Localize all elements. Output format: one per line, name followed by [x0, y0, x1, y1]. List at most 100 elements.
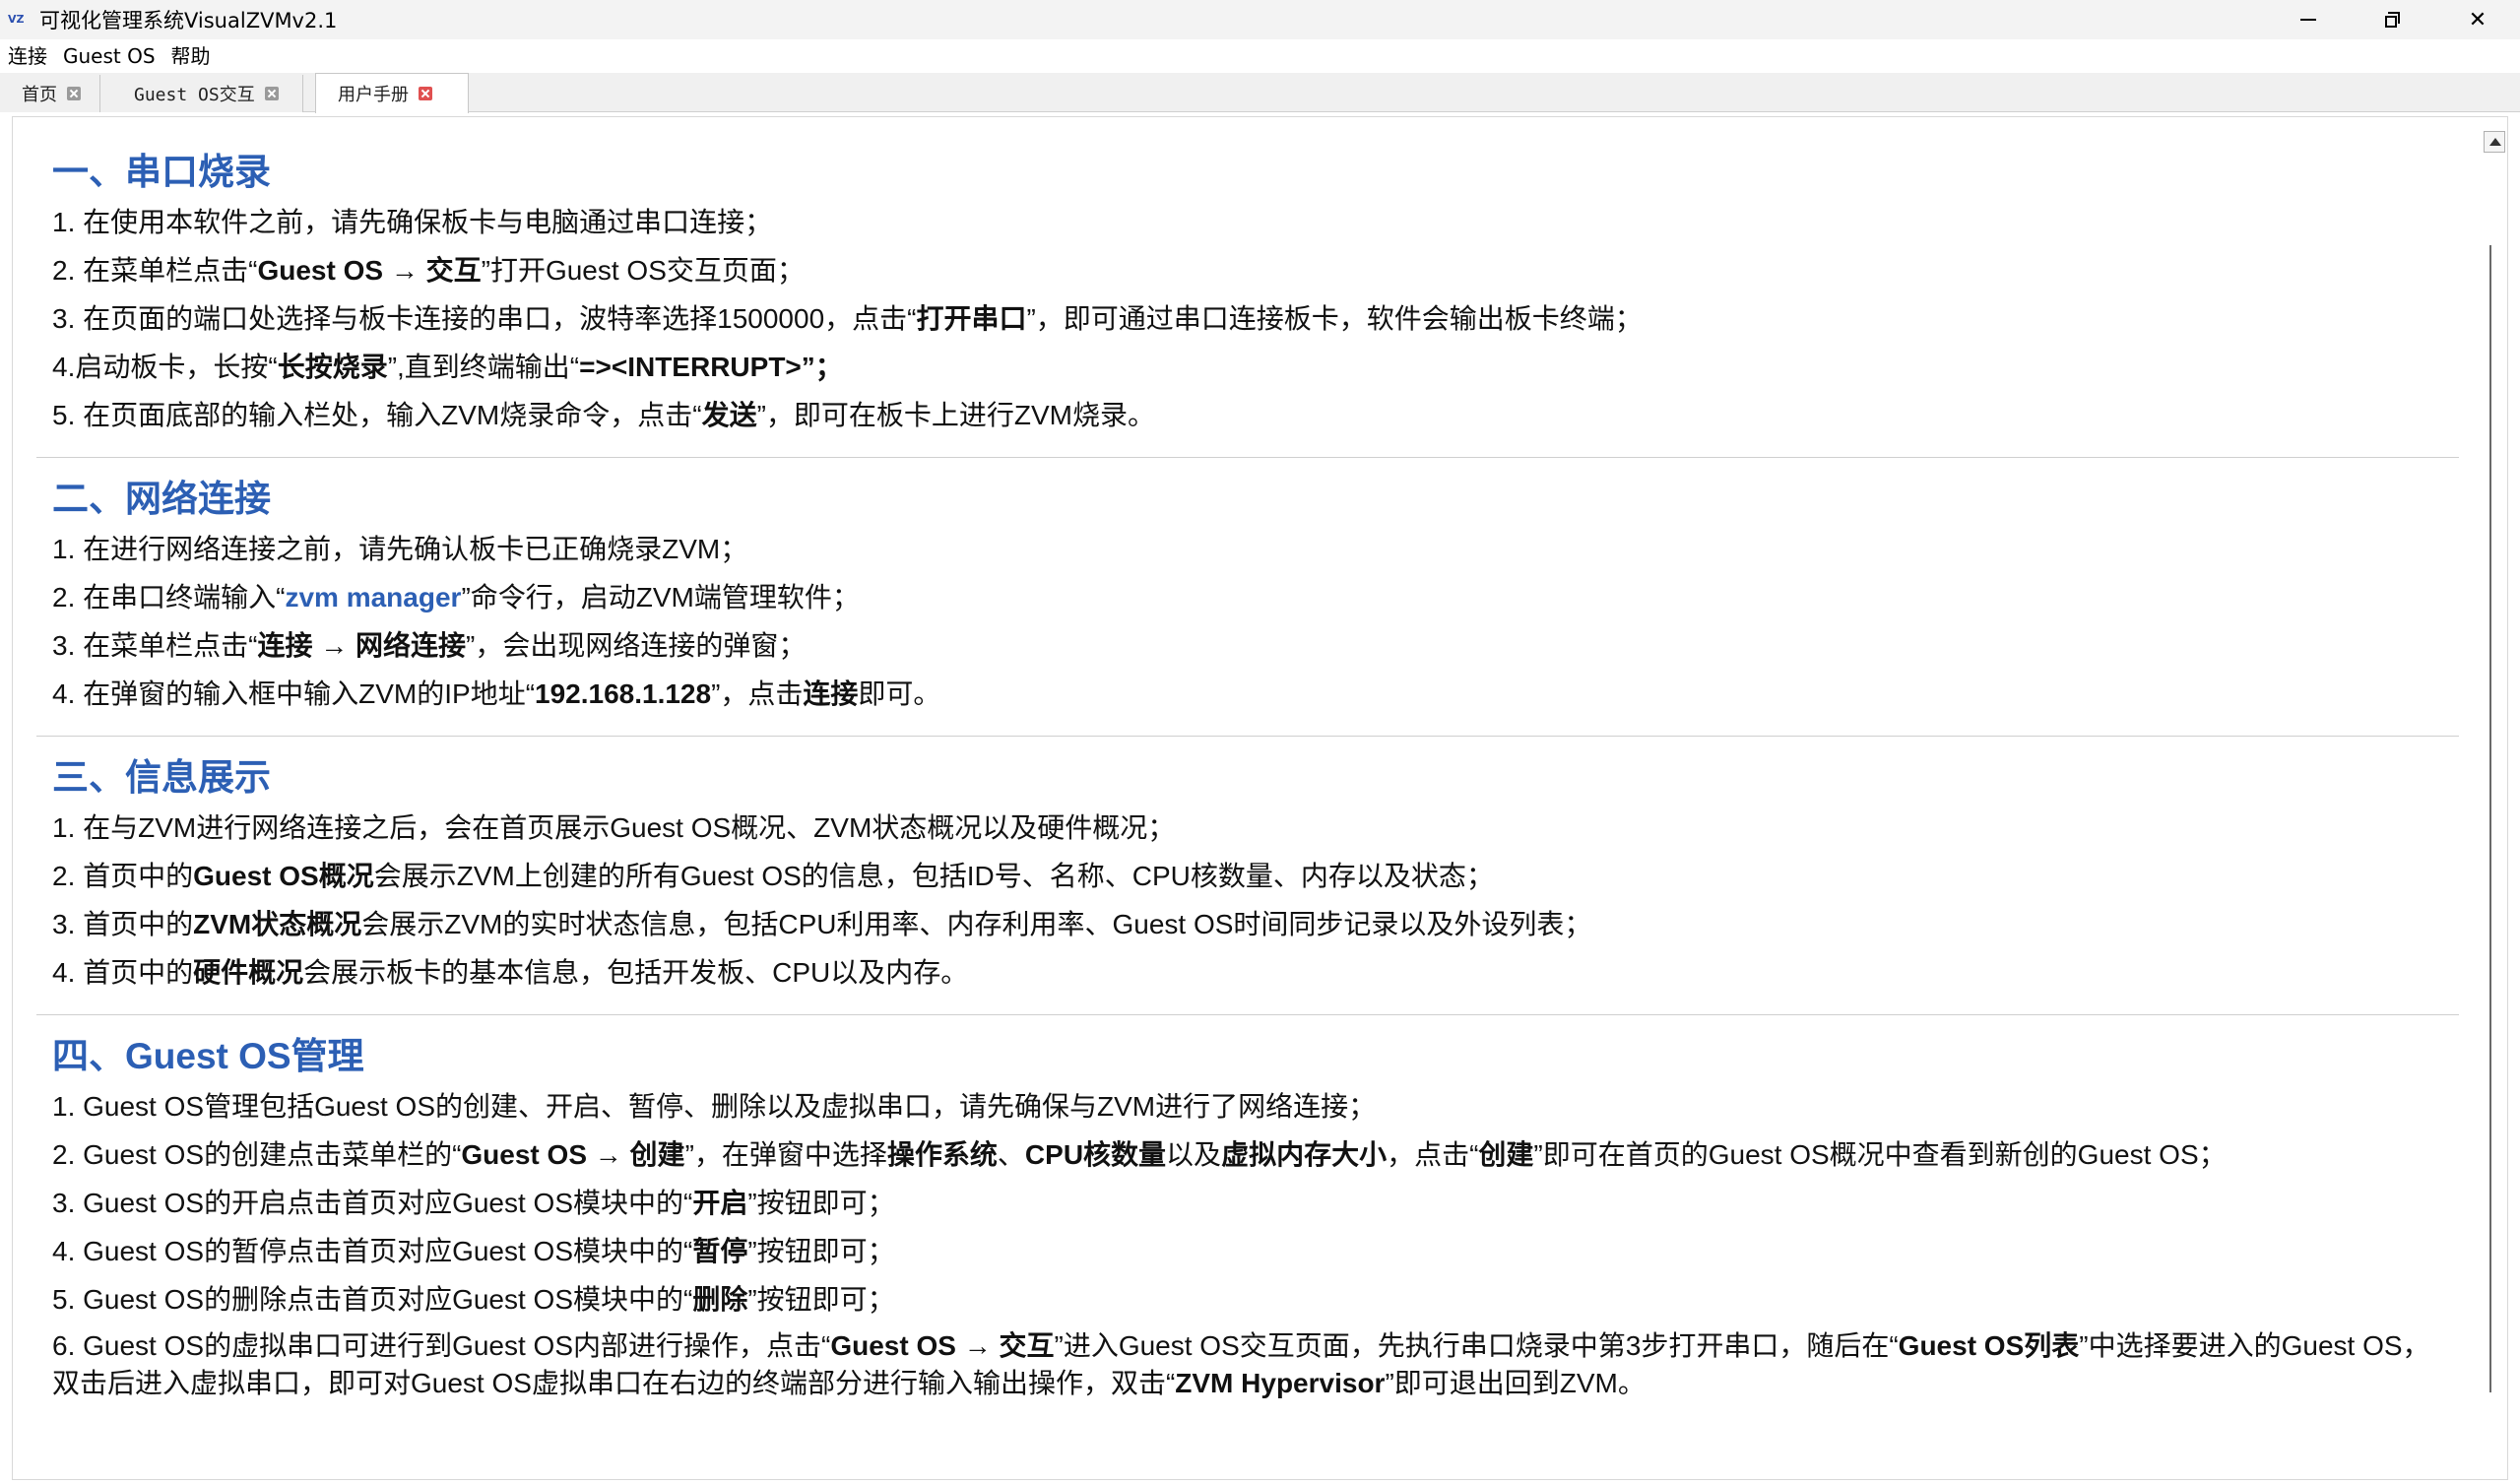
manual-section: 一、串口烧录 1. 在使用本软件之前，请先确保板卡与电脑通过串口连接； 2. 在菜单… — [36, 147, 2459, 439]
section-title: 三、信息展示 — [52, 757, 271, 798]
line-text: ”命令行，启动ZVM端管理软件； — [461, 582, 860, 613]
line-text: ”，点击 — [711, 678, 804, 709]
tab-label: 用户手册 — [338, 85, 409, 105]
line-text: ”,直到终端输出“ — [387, 352, 580, 382]
tab-close-icon[interactable] — [67, 87, 81, 100]
manual-line: 3. Guest OS的开启点击首页对应Guest OS模块中的“开启”按钮即可… — [52, 1179, 2459, 1227]
emphasis-text: 连接 → 网络连接 — [257, 630, 467, 661]
line-text: 4. 在弹窗的输入框中输入ZVM的IP地址“ — [52, 678, 536, 709]
section-divider — [36, 1014, 2459, 1015]
line-text: 4. 首页中的 — [52, 957, 194, 988]
line-text: 4.启动板卡，长按“ — [52, 352, 278, 382]
tab-close-icon[interactable] — [419, 87, 432, 100]
manual-section: 二、网络连接 1. 在进行网络连接之前，请先确认板卡已正确烧录ZVM； 2. 在串口… — [36, 474, 2459, 718]
section-divider — [36, 457, 2459, 458]
manual-content: 一、串口烧录 1. 在使用本软件之前，请先确保板卡与电脑通过串口连接； 2. 在菜单… — [12, 116, 2508, 1480]
line-text: 1. 在与ZVM进行网络连接之后，会在首页展示Guest OS概况、ZVM状态概… — [52, 812, 1176, 843]
minimize-icon — [2300, 19, 2316, 21]
restore-button[interactable] — [2351, 0, 2435, 39]
emphasis-text: 删除 — [692, 1284, 748, 1315]
line-text: 会展示ZVM的实时状态信息，包括CPU利用率、内存利用率、Guest OS时间同… — [361, 909, 1592, 939]
emphasis-text: ZVM状态概况 — [193, 909, 362, 939]
emphasis-text: zvm manager — [285, 582, 462, 613]
line-text: ”进入Guest OS交互页面，先执行串口烧录中第3步打开串口，随后在“ — [1054, 1330, 1899, 1361]
manual-line: 4.启动板卡，长按“长按烧录”,直到终端输出“=><INTERRUPT>”； — [52, 343, 2459, 391]
line-text: ”，即可在板卡上进行ZVM烧录。 — [756, 400, 1156, 430]
emphasis-text: 硬件概况 — [193, 957, 304, 988]
minimize-button[interactable] — [2266, 0, 2351, 39]
line-text: 1. 在使用本软件之前，请先确保板卡与电脑通过串口连接； — [52, 207, 773, 237]
line-text: 会展示板卡的基本信息，包括开发板、CPU以及内存。 — [303, 957, 969, 988]
scroll-thumb[interactable] — [2489, 245, 2507, 1392]
line-text: 3. Guest OS的开启点击首页对应Guest OS模块中的“ — [52, 1188, 693, 1218]
emphasis-text: 发送 — [701, 400, 757, 430]
restore-icon — [2385, 12, 2401, 28]
manual-line: 6. Guest OS的虚拟串口可进行到Guest OS内部进行操作，点击“Gu… — [52, 1323, 2459, 1402]
menu-guest-os[interactable]: Guest OS — [55, 39, 163, 73]
line-text: 4. Guest OS的暂停点击首页对应Guest OS模块中的“ — [52, 1236, 693, 1266]
manual-line: 3. 在页面的端口处选择与板卡连接的串口，波特率选择1500000，点击“打开串… — [52, 294, 2459, 343]
line-text: ”按钮即可； — [747, 1236, 895, 1266]
tab-close-icon[interactable] — [264, 87, 279, 100]
line-text: 2. 在串口终端输入“ — [52, 582, 286, 613]
manual-line: 3. 在菜单栏点击“连接 → 网络连接”，会出现网络连接的弹窗； — [52, 621, 2459, 670]
tab-home[interactable]: 首页 — [0, 75, 100, 112]
manual-line: 4. 首页中的硬件概况会展示板卡的基本信息，包括开发板、CPU以及内存。 — [52, 948, 2459, 997]
menu-connect[interactable]: 连接 — [0, 39, 55, 73]
tab-bar: 首页 Guest OS交互 用户手册 — [0, 73, 2520, 113]
emphasis-text: CPU核数量 — [1024, 1139, 1167, 1170]
line-text: ”即可退出回到ZVM。 — [1385, 1368, 1646, 1398]
emphasis-text: 操作系统 — [886, 1139, 998, 1170]
app-logo-icon: VZ — [8, 13, 25, 26]
section-divider — [36, 736, 2459, 737]
line-text: 会展示ZVM上创建的所有Guest OS的信息，包括ID号、名称、CPU核数量、… — [373, 861, 1494, 891]
line-text: ”打开Guest OS交互页面； — [481, 255, 805, 286]
manual-line: 5. Guest OS的删除点击首页对应Guest OS模块中的“删除”按钮即可… — [52, 1275, 2459, 1323]
emphasis-text: 192.168.1.128 — [535, 678, 712, 709]
section-title: 四、Guest OS管理 — [52, 1036, 364, 1076]
tab-label: 首页 — [22, 85, 57, 105]
menu-help[interactable]: 帮助 — [163, 39, 219, 73]
close-icon: ✕ — [2468, 7, 2488, 32]
tab-guest-os-interaction[interactable]: Guest OS交互 — [100, 75, 303, 112]
close-button[interactable]: ✕ — [2435, 0, 2520, 39]
emphasis-text: Guest OS概况 — [193, 861, 374, 891]
manual-line: 1. Guest OS管理包括Guest OS的创建、开启、暂停、删除以及虚拟串… — [52, 1082, 2459, 1130]
manual-line: 3. 首页中的ZVM状态概况会展示ZVM的实时状态信息，包括CPU利用率、内存利… — [52, 900, 2459, 948]
emphasis-text: 打开串口 — [916, 303, 1027, 334]
section-title: 一、串口烧录 — [52, 152, 271, 192]
line-text: 、 — [997, 1139, 1025, 1170]
menu-bar: 连接 Guest OS 帮助 — [0, 39, 2520, 73]
line-text: ，点击“ — [1387, 1139, 1479, 1170]
manual-section: 三、信息展示 1. 在与ZVM进行网络连接之后，会在首页展示Guest OS概况、… — [36, 752, 2459, 997]
manual-section: 四、Guest OS管理 1. Guest OS管理包括Guest OS的创建、开… — [36, 1031, 2459, 1402]
emphasis-text: 创建 — [1478, 1139, 1534, 1170]
emphasis-text: Guest OS列表 — [1898, 1330, 2080, 1361]
title-bar: VZ 可视化管理系统VisualZVMv2.1 ✕ — [0, 0, 2520, 39]
emphasis-text: 开启 — [692, 1188, 748, 1218]
line-text: 6. Guest OS的虚拟串口可进行到Guest OS内部进行操作，点击“ — [52, 1330, 831, 1361]
manual-line: 1. 在进行网络连接之前，请先确认板卡已正确烧录ZVM； — [52, 525, 2459, 573]
emphasis-text: Guest OS → 交互 — [830, 1330, 1055, 1361]
line-text: 2. 在菜单栏点击“ — [52, 255, 258, 286]
line-text: 即可。 — [858, 678, 941, 709]
emphasis-text: 虚拟内存大小 — [1221, 1139, 1388, 1170]
emphasis-text: Guest OS → 交互 — [257, 255, 482, 286]
line-text: 3. 首页中的 — [52, 909, 194, 939]
line-text: 2. 首页中的 — [52, 861, 194, 891]
tab-user-manual[interactable]: 用户手册 — [315, 73, 469, 113]
vertical-scrollbar[interactable] — [2478, 117, 2507, 1479]
line-text: 以及 — [1166, 1139, 1222, 1170]
line-text: 3. 在菜单栏点击“ — [52, 630, 258, 661]
manual-line: 1. 在与ZVM进行网络连接之后，会在首页展示Guest OS概况、ZVM状态概… — [52, 804, 2459, 852]
line-text: 5. 在页面底部的输入栏处，输入ZVM烧录命令，点击“ — [52, 400, 702, 430]
emphasis-text: =><INTERRUPT>”； — [579, 352, 843, 382]
manual-line: 4. Guest OS的暂停点击首页对应Guest OS模块中的“暂停”按钮即可… — [52, 1227, 2459, 1275]
scroll-up-arrow-icon[interactable] — [2484, 131, 2505, 153]
manual-line: 4. 在弹窗的输入框中输入ZVM的IP地址“192.168.1.128”，点击连… — [52, 670, 2459, 718]
emphasis-text: Guest OS → 创建 — [461, 1139, 685, 1170]
tab-label: Guest OS交互 — [134, 85, 255, 105]
manual-line: 1. 在使用本软件之前，请先确保板卡与电脑通过串口连接； — [52, 198, 2459, 246]
window-controls: ✕ — [2266, 0, 2520, 39]
line-text: 2. Guest OS的创建点击菜单栏的“ — [52, 1139, 462, 1170]
